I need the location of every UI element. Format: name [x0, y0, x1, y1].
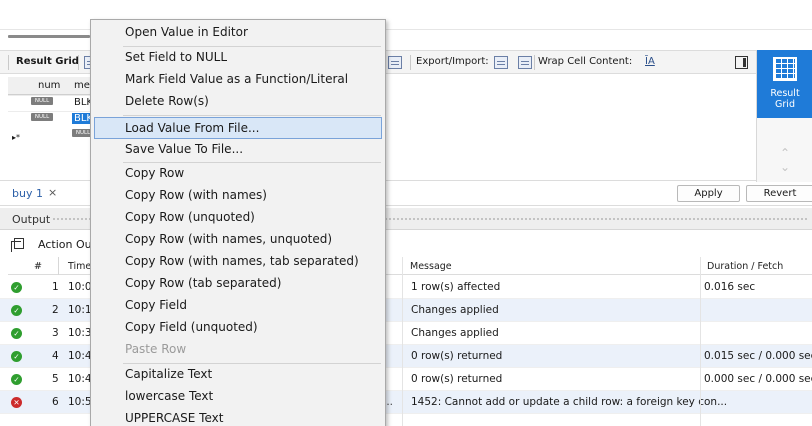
check-icon: ✓	[11, 305, 22, 316]
menu-item-set-field-to-null[interactable]: Set Field to NULL	[94, 46, 382, 68]
menu-item-mark-field-value-function[interactable]: Mark Field Value as a Function/Literal	[94, 68, 382, 90]
panel-label-line1: Result	[770, 88, 800, 99]
menu-item-paste-row: Paste Row	[125, 342, 187, 356]
tab-buy-1[interactable]: buy 1	[12, 187, 43, 200]
check-icon: ✓	[11, 328, 22, 339]
column-header-num[interactable]: num	[38, 80, 60, 91]
result-grid-label: Result Grid	[16, 56, 79, 67]
import-icon[interactable]	[518, 56, 532, 69]
grid-icon	[773, 57, 797, 81]
grid-row-divider	[8, 95, 90, 96]
menu-item-delete-rows[interactable]: Delete Row(s)	[94, 90, 382, 112]
grid-row-divider	[8, 111, 90, 112]
menu-item-copy-row-names-tab[interactable]: Copy Row (with names, tab separated)	[94, 250, 382, 272]
null-badge[interactable]: NULL	[31, 97, 53, 105]
menu-item-lowercase-text[interactable]: lowercase Text	[94, 385, 382, 407]
header-time[interactable]: Time	[68, 261, 91, 272]
menu-separator	[123, 115, 381, 116]
new-row-marker: ▸*	[12, 133, 21, 142]
row-duration: 0.016 sec	[704, 281, 756, 293]
row-number: 1	[52, 281, 59, 293]
wrap-cell-content-label: Wrap Cell Content:	[538, 56, 633, 67]
toolbar-separator	[534, 55, 535, 70]
chevron-down-icon[interactable]: ⌄	[780, 160, 790, 174]
context-menu: Open Value in Editor Set Field to NULL M…	[90, 19, 386, 426]
toolbar-separator	[78, 55, 79, 70]
column-divider	[700, 257, 701, 426]
null-badge[interactable]: NULL	[31, 113, 53, 121]
header-message[interactable]: Message	[410, 261, 452, 272]
menu-item-copy-field[interactable]: Copy Field	[94, 294, 382, 316]
row-number: 4	[52, 350, 59, 362]
menu-item-capitalize-text[interactable]: Capitalize Text	[94, 363, 382, 385]
menu-item-copy-row-names-unquoted[interactable]: Copy Row (with names, unquoted)	[94, 228, 382, 250]
header-number[interactable]: #	[34, 261, 42, 272]
result-grid-panel-label: Result Grid	[757, 88, 812, 110]
panel-label-line2: Grid	[775, 99, 795, 110]
row-message: Changes applied	[411, 327, 499, 339]
apply-button[interactable]: Apply	[677, 185, 740, 202]
row-number: 5	[52, 373, 59, 385]
error-icon: ✕	[11, 397, 22, 408]
row-number: 6	[52, 396, 59, 408]
close-icon[interactable]: ×	[48, 186, 57, 199]
header-duration[interactable]: Duration / Fetch	[707, 261, 783, 272]
row-duration: 0.015 sec / 0.000 sec	[704, 350, 812, 362]
row-message: 0 row(s) returned	[411, 373, 503, 385]
menu-item-copy-row-unquoted[interactable]: Copy Row (unquoted)	[94, 206, 382, 228]
output-title: Output	[12, 213, 51, 226]
editor-horizontal-scrollbar[interactable]	[8, 35, 90, 38]
row-message: 1452: Cannot add or update a child row: …	[411, 396, 728, 408]
menu-item-copy-row[interactable]: Copy Row	[94, 162, 382, 184]
column-divider	[402, 257, 403, 426]
toolbar-separator	[410, 55, 411, 70]
menu-item-save-value-to-file[interactable]: Save Value To File...	[94, 138, 382, 160]
copy-icon[interactable]	[11, 238, 24, 252]
header-divider	[58, 257, 59, 275]
panel-toggle-icon[interactable]	[735, 56, 748, 69]
revert-button[interactable]: Revert	[746, 185, 812, 202]
form-editor-icon[interactable]	[388, 56, 402, 69]
row-message: Changes applied	[411, 304, 499, 316]
check-icon: ✓	[11, 374, 22, 385]
grid-header-row: num me	[8, 77, 90, 95]
side-panel: Result Grid ⌃ ⌄	[756, 50, 812, 182]
row-message: 1 row(s) affected	[411, 281, 501, 293]
export-icon[interactable]	[494, 56, 508, 69]
check-icon: ✓	[11, 282, 22, 293]
menu-item-copy-row-tab[interactable]: Copy Row (tab separated)	[94, 272, 382, 294]
toolbar-separator	[8, 55, 9, 70]
check-icon: ✓	[11, 351, 22, 362]
export-import-label: Export/Import:	[416, 56, 489, 67]
chevron-up-icon[interactable]: ⌃	[780, 146, 790, 160]
row-duration: 0.000 sec / 0.000 sec	[704, 373, 812, 385]
menu-item-load-value-from-file[interactable]: Load Value From File...	[94, 117, 382, 139]
panel-scroll-arrows[interactable]: ⌃ ⌄	[775, 146, 795, 174]
menu-item-copy-field-unquoted[interactable]: Copy Field (unquoted)	[94, 316, 382, 338]
row-message: 0 row(s) returned	[411, 350, 503, 362]
menu-item-copy-row-with-names[interactable]: Copy Row (with names)	[94, 184, 382, 206]
column-header-me[interactable]: me	[74, 80, 90, 91]
wrap-cell-content-icon[interactable]: ĪA	[645, 56, 655, 67]
menu-item-uppercase-text[interactable]: UPPERCASE Text	[94, 407, 382, 426]
result-grid-panel-button[interactable]: Result Grid	[757, 50, 812, 118]
row-number: 3	[52, 327, 59, 339]
menu-item-open-value-in-editor[interactable]: Open Value in Editor	[94, 21, 382, 43]
row-number: 2	[52, 304, 59, 316]
